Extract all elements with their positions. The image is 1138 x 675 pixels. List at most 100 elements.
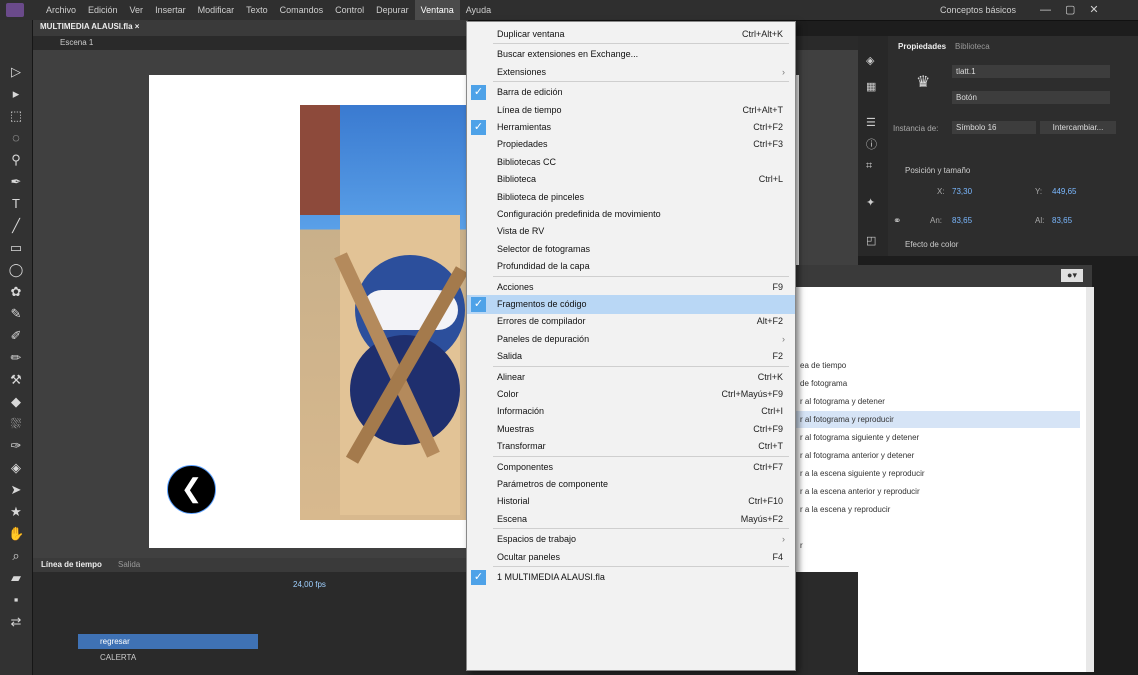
menu-option[interactable]: Buscar extensiones en Exchange... <box>467 45 795 64</box>
swap-button[interactable]: Intercambiar... <box>1040 121 1116 134</box>
eyedropper-icon[interactable]: ✑ <box>8 438 24 454</box>
width-value[interactable]: 83,65 <box>952 216 972 225</box>
menu-option[interactable]: Acciones F9 <box>467 278 795 297</box>
eraser-icon[interactable]: ◈ <box>8 460 24 476</box>
tab-properties[interactable]: Propiedades <box>898 42 946 51</box>
menu-option[interactable]: Historial Ctrl+F10 <box>467 492 795 511</box>
line-tool-icon[interactable]: ╱ <box>8 218 24 234</box>
menu-option[interactable]: Información Ctrl+I <box>467 402 795 421</box>
pen-tool-icon[interactable]: ✒ <box>8 174 24 190</box>
menu-item[interactable]: Texto <box>240 0 274 20</box>
symbol-type-select[interactable]: Botón <box>952 91 1110 104</box>
fps-readout[interactable]: 24,00 fps <box>293 580 326 589</box>
menu-option[interactable]: Línea de tiempo Ctrl+Alt+T <box>467 101 795 120</box>
paint-brush-icon[interactable]: ✏ <box>8 350 24 366</box>
rectangle-tool-icon[interactable]: ▭ <box>8 240 24 256</box>
menu-item[interactable]: Comandos <box>274 0 330 20</box>
back-button[interactable]: ❮ <box>167 465 216 514</box>
menu-option[interactable]: ✓ Fragmentos de código <box>467 295 795 314</box>
camera-tool-icon[interactable]: ★ <box>8 504 24 520</box>
menu-option[interactable]: Ocultar paneles F4 <box>467 548 795 567</box>
menu-item[interactable]: Control <box>329 0 370 20</box>
menu-option[interactable]: Escena Mayús+F2 <box>467 510 795 529</box>
menu-option[interactable]: Duplicar ventana Ctrl+Alt+K <box>467 25 795 44</box>
scene-breadcrumb[interactable]: Escena 1 <box>60 38 93 47</box>
menu-option[interactable]: Biblioteca Ctrl+L <box>467 170 795 189</box>
menu-item[interactable]: Depurar <box>370 0 415 20</box>
color-effect-header[interactable]: Efecto de color <box>905 240 958 249</box>
motion-presets-icon[interactable]: ✦ <box>866 196 875 209</box>
menu-item[interactable]: Ayuda <box>460 0 497 20</box>
fill-color-icon[interactable]: ▪ <box>8 592 24 608</box>
menu-option[interactable]: Configuración predefinida de movimiento <box>467 205 795 224</box>
menu-option[interactable]: Muestras Ctrl+F9 <box>467 420 795 439</box>
info-icon[interactable]: ⓘ <box>866 136 877 152</box>
transform-icon[interactable]: ⌗ <box>866 160 872 173</box>
menu-item[interactable]: Ventana <box>414 0 460 20</box>
snippet-item[interactable]: r al fotograma y detener <box>796 393 1080 410</box>
text-tool-icon[interactable]: T <box>8 196 24 212</box>
workspace-switcher[interactable]: Conceptos básicos <box>940 0 1016 20</box>
snippet-item[interactable]: r al fotograma y reproducir <box>796 411 1080 428</box>
menu-option[interactable]: Extensiones › <box>467 63 795 82</box>
menu-option[interactable]: Errores de compilador Alt+F2 <box>467 312 795 331</box>
link-icon[interactable]: ⚭ <box>893 216 901 227</box>
x-value[interactable]: 73,30 <box>952 187 972 196</box>
menu-option[interactable]: ✓ Barra de edición <box>467 83 795 102</box>
zoom-icon[interactable]: ⚲ <box>8 152 24 168</box>
height-value[interactable]: 83,65 <box>1052 216 1072 225</box>
menu-option[interactable]: Componentes Ctrl+F7 <box>467 458 795 477</box>
menu-option[interactable]: Bibliotecas CC <box>467 153 795 172</box>
lasso-icon[interactable]: ◌ <box>8 130 24 146</box>
snippets-scrollbar[interactable] <box>1086 287 1094 672</box>
pencil-tool-icon[interactable]: ✎ <box>8 306 24 322</box>
tab-output[interactable]: Salida <box>118 560 140 569</box>
menu-item[interactable]: Modificar <box>192 0 241 20</box>
properties-icon[interactable]: ◈ <box>866 54 874 67</box>
width-tool-icon[interactable]: ➤ <box>8 482 24 498</box>
close-button[interactable]: ✕ <box>1089 0 1098 20</box>
position-size-header[interactable]: Posición y tamaño <box>905 166 970 175</box>
snippet-item[interactable]: r a la escena y reproducir <box>796 501 1080 518</box>
menu-option[interactable]: ✓ Herramientas Ctrl+F2 <box>467 118 795 137</box>
mural-photo[interactable] <box>300 105 470 520</box>
panel-options-icon[interactable]: ●▾ <box>1061 269 1083 282</box>
maximize-button[interactable]: ▢ <box>1065 0 1075 20</box>
menu-option[interactable]: Propiedades Ctrl+F3 <box>467 135 795 154</box>
menu-option[interactable]: Biblioteca de pinceles <box>467 188 795 207</box>
document-tab[interactable]: MULTIMEDIA ALAUSI.fla × <box>40 22 139 31</box>
polystar-tool-icon[interactable]: ✿ <box>8 284 24 300</box>
snippet-item[interactable]: r <box>796 537 1080 554</box>
tab-timeline[interactable]: Línea de tiempo <box>41 560 102 569</box>
menu-option[interactable]: Transformar Ctrl+T <box>467 437 795 456</box>
subselection-tool-icon[interactable]: ▸ <box>8 86 24 102</box>
y-value[interactable]: 449,65 <box>1052 187 1076 196</box>
tab-library[interactable]: Biblioteca <box>955 42 990 51</box>
components-icon[interactable]: ◰ <box>866 234 876 247</box>
instance-of-field[interactable]: Símbolo 16 <box>952 121 1036 134</box>
library-icon[interactable]: ▦ <box>866 80 876 93</box>
menu-option[interactable]: Alinear Ctrl+K <box>467 368 795 387</box>
menu-item[interactable]: Edición <box>82 0 124 20</box>
menu-item[interactable]: Insertar <box>149 0 192 20</box>
paint-bucket-icon[interactable]: ◆ <box>8 394 24 410</box>
menu-option[interactable]: Salida F2 <box>467 347 795 366</box>
layer-row[interactable]: CALERTA <box>78 650 258 665</box>
menu-option[interactable]: Paneles de depuración › <box>467 330 795 349</box>
align-icon[interactable]: ☰ <box>866 116 876 129</box>
menu-item[interactable]: Ver <box>124 0 150 20</box>
menu-option[interactable]: Parámetros de componente <box>467 475 795 494</box>
brush-tool-icon[interactable]: ✐ <box>8 328 24 344</box>
snippet-item[interactable]: r al fotograma siguiente y detener <box>796 429 1080 446</box>
hand-tool-icon[interactable]: ✋ <box>8 526 24 542</box>
snippet-item[interactable]: r a la escena siguiente y reproducir <box>796 465 1080 482</box>
menu-option[interactable]: ✓ 1 MULTIMEDIA ALAUSI.fla <box>467 568 795 587</box>
instance-name-field[interactable]: tlatt.1 <box>952 65 1110 78</box>
swap-colors-icon[interactable]: ⇄ <box>8 614 24 630</box>
snippet-item[interactable]: ea de tiempo <box>796 357 1080 374</box>
ink-bottle-icon[interactable]: ⛆ <box>8 416 24 432</box>
stroke-color-icon[interactable]: ▰ <box>8 570 24 586</box>
menu-option[interactable]: Espacios de trabajo › <box>467 530 795 549</box>
menu-item[interactable]: Archivo <box>40 0 82 20</box>
snippet-item[interactable]: r a la escena anterior y reproducir <box>796 483 1080 500</box>
